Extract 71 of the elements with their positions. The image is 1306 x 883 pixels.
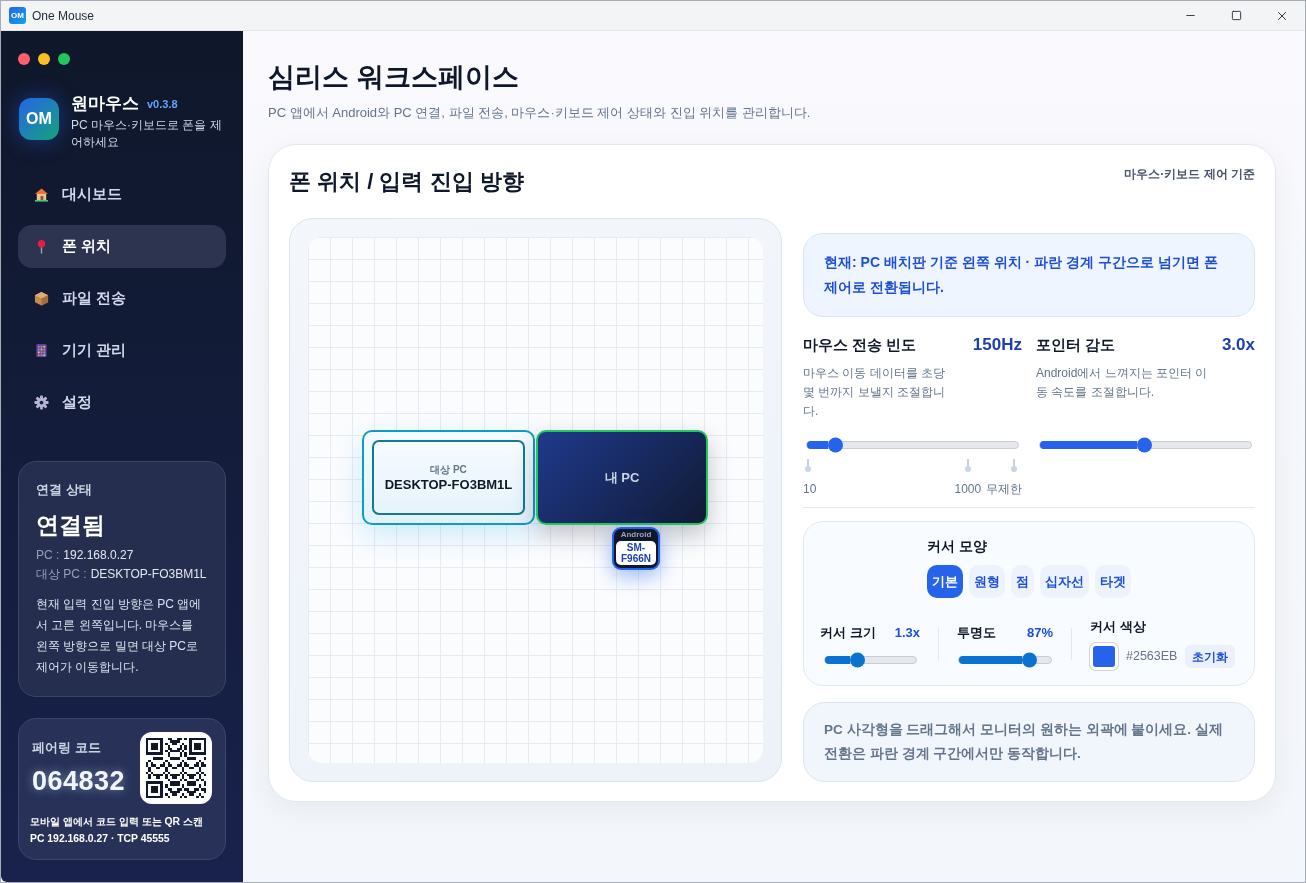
slider-thumb[interactable] <box>1137 437 1153 453</box>
slider-thumb[interactable] <box>828 437 844 453</box>
setting-description: 마우스 이동 데이터를 초당 몇 번까지 보낼지 조절합니다. <box>803 365 946 420</box>
color-swatch-icon[interactable] <box>1090 643 1118 670</box>
pairing-address: PC 192.168.0.27 · TCP 45555 <box>30 832 171 846</box>
card-title: 폰 위치 / 입력 진입 방향 <box>289 168 524 196</box>
nav-item[interactable]: 파일 전송 <box>18 277 226 320</box>
app-version: v0.3.8 <box>147 96 178 112</box>
setting-title: 마우스 전송 빈도 <box>803 334 917 355</box>
slider-tick-icon <box>1010 459 1017 472</box>
cursor-shape-option[interactable]: 점 <box>1011 565 1034 598</box>
setting-title: 포인터 감도 <box>1036 334 1116 355</box>
cursor-shape-option[interactable]: 원형 <box>969 565 1005 598</box>
card-label: 연결 상태 <box>36 481 93 499</box>
app-icon: OM <box>9 7 26 24</box>
slider-tick-label: 1000 <box>954 481 982 497</box>
app-logo: OM <box>19 98 59 140</box>
package-icon <box>34 291 49 306</box>
setting-description: Android에서 느껴지는 포인터 이동 속도를 조절합니다. <box>1036 365 1208 401</box>
app-tagline: PC 마우스·키보드로 폰을 제어하세요 <box>71 117 223 151</box>
app-name: 원마우스 <box>71 93 139 115</box>
setting-value: 150Hz <box>972 334 1022 357</box>
node-title: DESKTOP-FO3BM1L <box>384 475 513 493</box>
control-label: 커서 크기 <box>820 624 876 642</box>
my-pc-node[interactable]: 내 PC <box>536 430 708 525</box>
slider-thumb[interactable] <box>849 652 865 668</box>
connection-description: 현재 입력 진입 방향은 PC 앱에서 고른 왼쪽입니다. 마우스를 왼쪽 방향으로 밀면 대상 PC로 제어가 이동합니다. <box>36 596 203 676</box>
color-hex-value: #2563EB <box>1126 648 1178 666</box>
gear-icon <box>34 395 49 410</box>
card-label: 페어링 코드 <box>32 739 102 757</box>
slider-thumb[interactable] <box>1021 652 1037 668</box>
slider-tick-icon <box>964 459 971 472</box>
phone-platform-label: Android <box>620 530 652 540</box>
window-title: One Mouse <box>32 7 95 25</box>
control-value: 87% <box>1026 624 1053 642</box>
page-subtitle: PC 앱에서 Android와 PC 연결, 파일 전송, 마우스·키보드 제어 상태와 진입 위치를 관리합니다. <box>268 104 812 122</box>
reset-button[interactable]: 초기화 <box>1185 645 1236 668</box>
maximize-icon <box>1230 10 1242 21</box>
control-label: 투명도 <box>957 624 996 642</box>
nav-item[interactable]: 기기 관리 <box>18 329 226 372</box>
pairing-hint: 모바일 앱에서 코드 입력 또는 QR 스캔 <box>30 815 204 829</box>
card-caption: 마우스·키보드 제어 기준 <box>1124 166 1255 183</box>
nav-item[interactable]: 대시보드 <box>18 173 226 216</box>
qr-code-image <box>140 732 212 804</box>
section-label: 커서 모양 <box>927 538 988 556</box>
field-label: PC : <box>36 547 60 564</box>
cursor-shape-option[interactable]: 십자선 <box>1040 565 1089 598</box>
control-value: 1.3x <box>894 624 920 642</box>
target-pc-node[interactable]: 대상 PC DESKTOP-FO3BM1L <box>362 430 535 525</box>
slider-tick-icon <box>805 459 812 472</box>
node-caption: 대상 PC <box>430 462 467 476</box>
page-title: 심리스 워크스페이스 <box>268 61 520 94</box>
pairing-code: 064832 <box>32 765 126 797</box>
nav-item[interactable]: 설정 <box>18 381 226 424</box>
status-banner: 현재: PC 배치판 기준 왼쪽 위치 · 파란 경계 구간으로 넘기면 폰 제어로 전환됩니다. <box>803 233 1255 317</box>
cursor-shape-option[interactable]: 기본 <box>927 565 963 598</box>
setting-value: 3.0x <box>1221 334 1255 357</box>
field-value: DESKTOP-FO3BM1L <box>90 566 207 583</box>
control-label: 커서 색상 <box>1090 618 1147 636</box>
field-value: 192.168.0.27 <box>63 547 134 564</box>
hint-note: PC 사각형을 드래그해서 모니터의 원하는 외곽에 붙이세요. 실제 전환은 파란 경계 구간에서만 동작합니다. <box>803 702 1255 782</box>
house-icon <box>34 187 49 202</box>
abacus-icon <box>34 343 49 358</box>
slider-tick-label: 10 <box>803 481 817 497</box>
phone-node[interactable]: Android SM-F966N <box>612 527 660 570</box>
nav-item[interactable]: 폰 위치 <box>18 225 226 268</box>
slider-tick-label: 무제한 <box>986 481 1022 497</box>
connection-status: 연결됨 <box>36 511 106 540</box>
cursor-shape-option[interactable]: 타겟 <box>1095 565 1131 598</box>
field-label: 대상 PC : <box>36 566 87 583</box>
phone-model-label: SM-F966N <box>616 541 656 565</box>
